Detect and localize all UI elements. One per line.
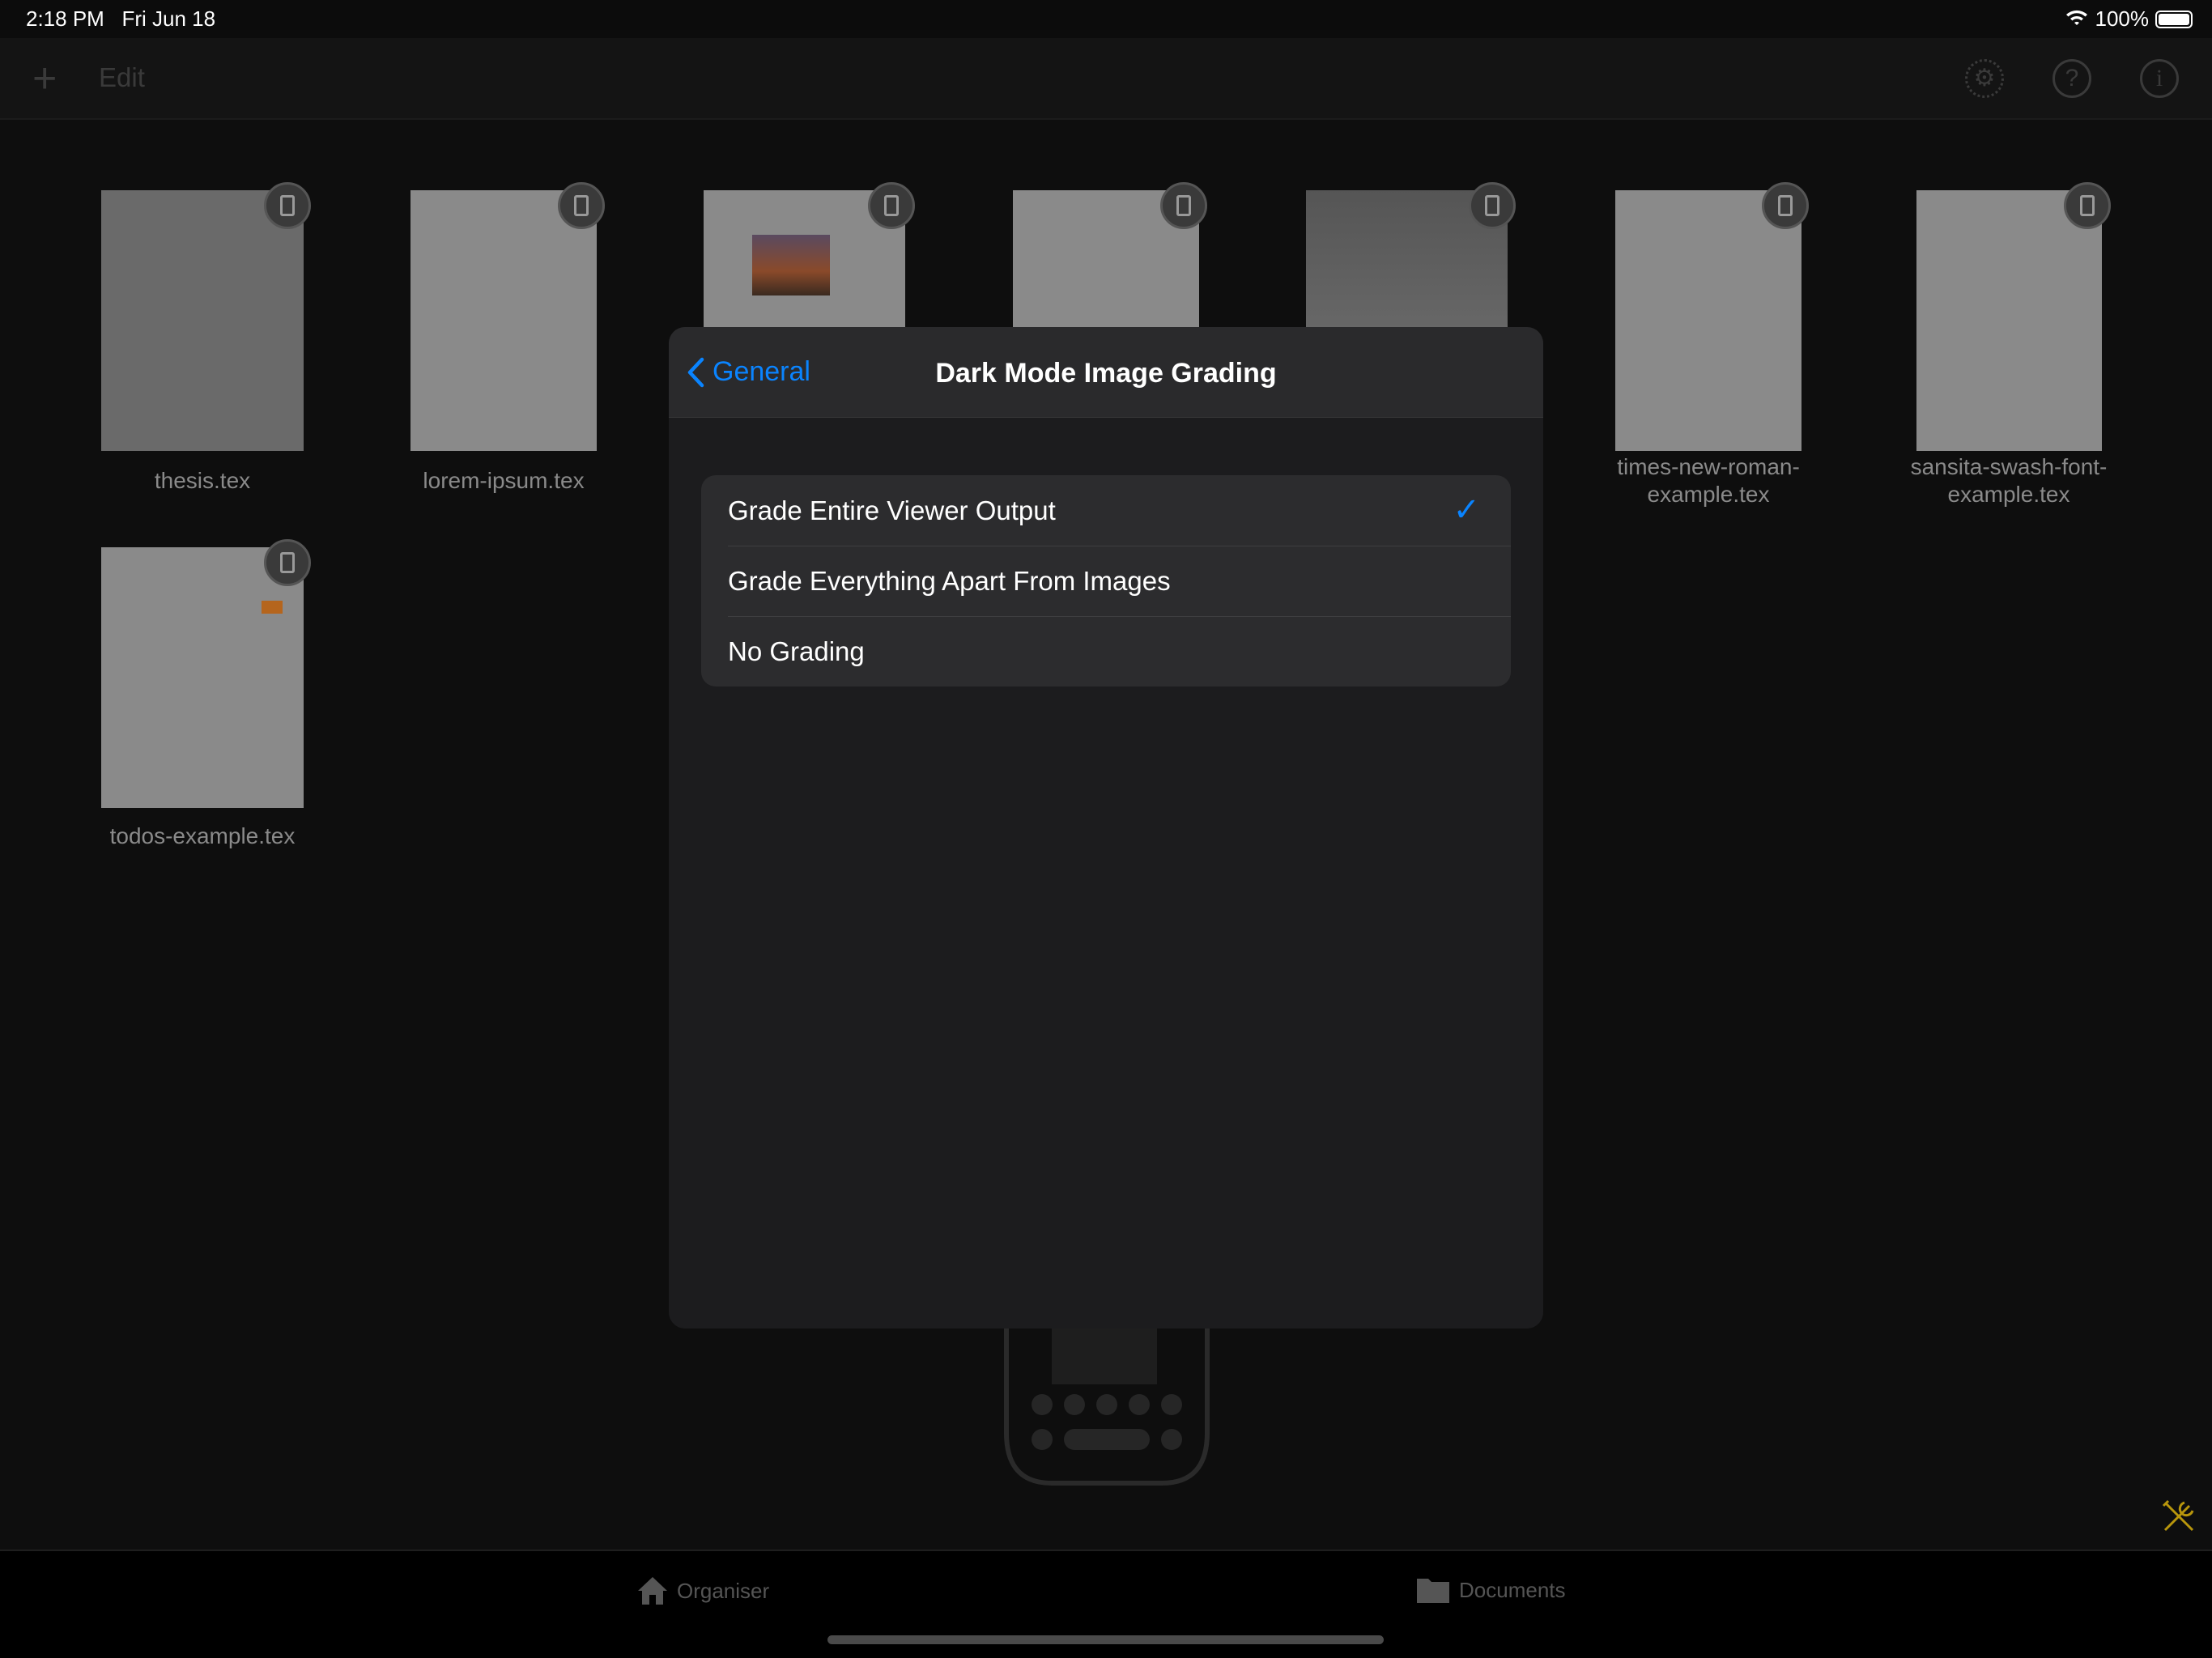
document-name[interactable]: thesis.tex [61,467,344,495]
thumbnail-todo-marker [262,601,283,614]
document-name[interactable]: todos-example.tex [61,823,344,850]
document-name[interactable]: sansita-swash-font- example.tex [1867,453,2150,508]
modal-header: General Dark Mode Image Grading [669,327,1543,418]
status-bar: 2:18 PM Fri Jun 18 100% [0,0,2212,38]
device-badge-icon[interactable] [2064,182,2111,229]
tab-organiser[interactable]: Organiser [636,1575,769,1606]
toolbar: + Edit ⚙ ? i [0,38,2212,120]
document-thumbnail[interactable] [1615,190,1802,451]
thumbnail-image [752,235,830,295]
tab-documents[interactable]: Documents [1415,1575,1566,1605]
document-name[interactable]: lorem-ipsum.tex [362,467,645,495]
modal-title: Dark Mode Image Grading [935,358,1277,389]
device-badge-icon[interactable] [1469,182,1516,229]
home-indicator[interactable] [827,1635,1384,1644]
house-icon [638,1577,667,1605]
tools-icon[interactable] [2160,1498,2197,1535]
info-icon[interactable]: i [2140,59,2179,98]
option-grade-entire-viewer-output[interactable]: Grade Entire Viewer Output ✓ [701,475,1511,546]
document-thumbnail[interactable] [101,190,304,451]
document-thumbnail[interactable] [1916,190,2102,451]
option-grade-everything-apart-from-images[interactable]: Grade Everything Apart From Images [701,546,1511,616]
folder-icon [1417,1579,1449,1603]
document-thumbnail[interactable] [101,547,304,808]
battery-percent: 100% [2095,6,2150,31]
device-badge-icon[interactable] [1762,182,1809,229]
gear-icon[interactable]: ⚙ [1965,59,2004,98]
device-badge-icon[interactable] [558,182,605,229]
wifi-icon [2065,6,2089,32]
status-time: 2:18 PM Fri Jun 18 [26,6,216,31]
checkmark-icon: ✓ [1453,492,1480,528]
device-badge-icon[interactable] [868,182,915,229]
device-badge-icon[interactable] [264,539,311,586]
device-badge-icon[interactable] [1160,182,1207,229]
document-name[interactable]: times-new-roman- example.tex [1567,453,1850,508]
edit-button[interactable]: Edit [99,62,145,93]
option-no-grading[interactable]: No Grading [701,616,1511,687]
settings-modal: General Dark Mode Image Grading Grade En… [669,327,1543,1329]
device-badge-icon[interactable] [264,182,311,229]
add-button[interactable]: + [32,57,57,100]
help-icon[interactable]: ? [2052,59,2091,98]
document-thumbnail[interactable] [410,190,597,451]
grading-options-list: Grade Entire Viewer Output ✓ Grade Everyt… [701,475,1511,687]
battery-icon [2155,10,2193,28]
